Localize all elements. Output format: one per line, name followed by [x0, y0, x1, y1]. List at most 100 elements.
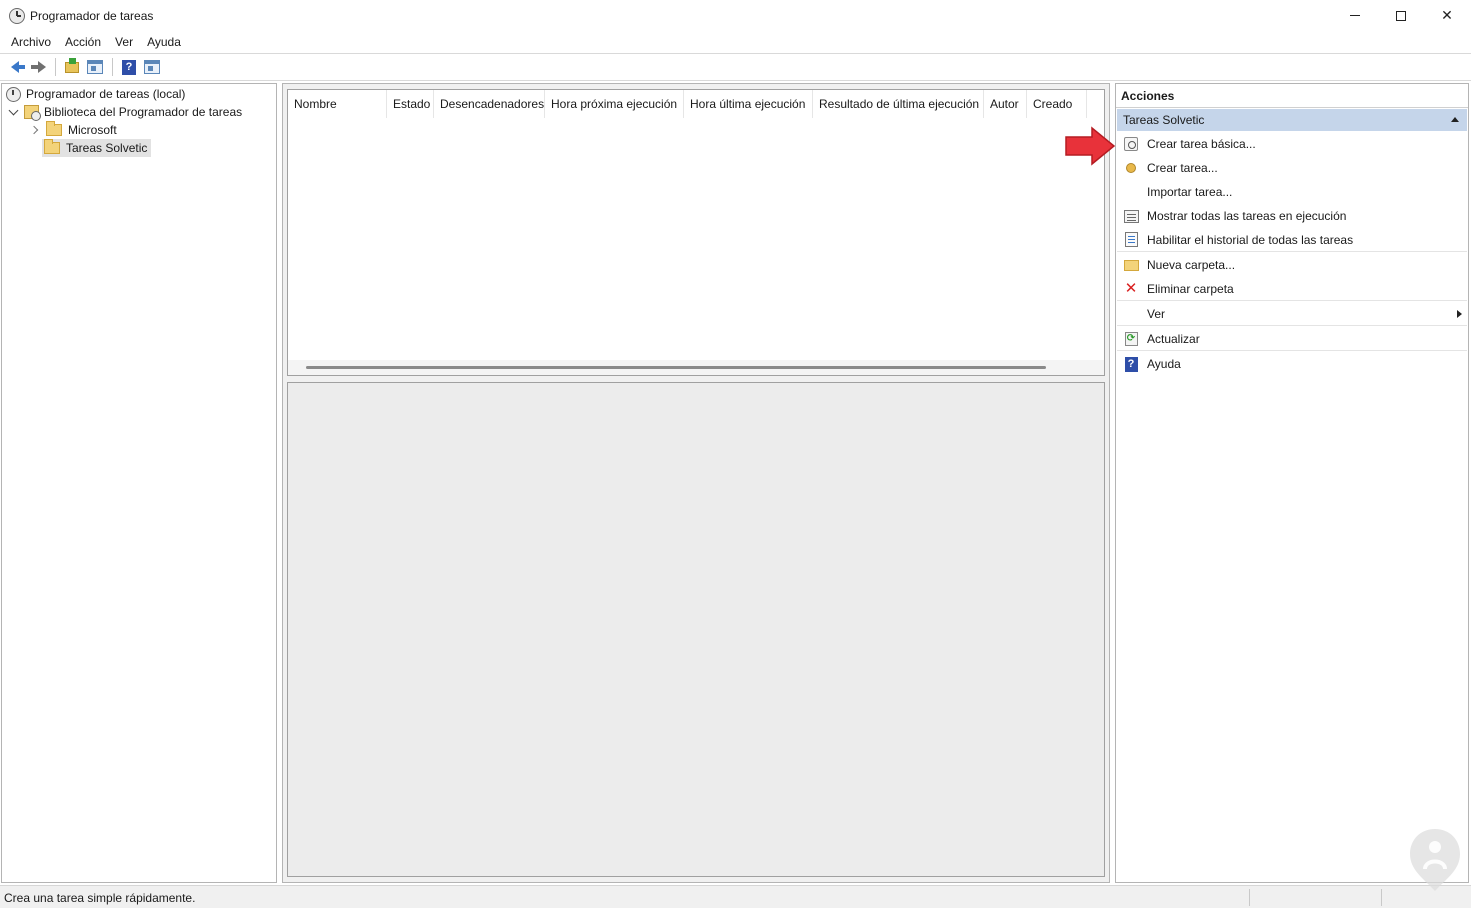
- back-button[interactable]: [4, 56, 26, 78]
- refresh-icon: ⟳: [1123, 331, 1139, 347]
- column-header-hora-ultima[interactable]: Hora última ejecución: [684, 90, 813, 118]
- action-pane-icon: [144, 60, 160, 74]
- actions-section-header[interactable]: Tareas Solvetic: [1117, 109, 1467, 131]
- horizontal-scrollbar[interactable]: [288, 360, 1104, 375]
- chevron-right-icon[interactable]: [29, 125, 39, 135]
- action-label: Nueva carpeta...: [1147, 258, 1236, 272]
- title-bar: Programador de tareas ✕: [0, 0, 1471, 31]
- delete-icon: ✕: [1123, 281, 1139, 297]
- task-scheduler-clock-icon: [9, 8, 25, 24]
- tree-item-label: Microsoft: [68, 123, 117, 137]
- show-hide-console-tree-button[interactable]: [84, 56, 106, 78]
- maximize-icon: [1396, 10, 1406, 21]
- action-label: Habilitar el historial de todas las tare…: [1147, 232, 1354, 247]
- forward-button[interactable]: [27, 56, 49, 78]
- new-folder-glyph: [1123, 259, 1139, 271]
- section-title: Tareas Solvetic: [1123, 113, 1205, 127]
- folder-icon: [46, 121, 62, 136]
- task-icon: [1123, 160, 1139, 176]
- window-title: Programador de tareas: [30, 9, 154, 23]
- column-header-autor[interactable]: Autor: [984, 90, 1027, 118]
- column-header-estado[interactable]: Estado: [387, 90, 434, 118]
- history-icon: [1123, 232, 1139, 248]
- tree-item-microsoft[interactable]: Microsoft: [28, 121, 117, 139]
- tree-item-label: Tareas Solvetic: [66, 141, 148, 155]
- status-bar: Crea una tarea simple rápidamente.: [0, 885, 1471, 908]
- chevron-down-icon[interactable]: [8, 105, 19, 116]
- action-crear-tarea-basica[interactable]: Crear tarea básica...: [1117, 132, 1467, 156]
- center-pane: Nombre Estado Desencadenadores Hora próx…: [282, 83, 1110, 883]
- menu-bar: Archivo Acción Ver Ayuda: [0, 31, 1471, 53]
- collapse-icon[interactable]: [1451, 117, 1459, 122]
- blank-icon: [1123, 306, 1139, 322]
- status-divider: [1381, 889, 1382, 906]
- close-button[interactable]: ✕: [1424, 0, 1470, 31]
- console-tree-icon: [87, 60, 103, 74]
- red-pointer-arrow-icon: [1065, 126, 1116, 166]
- scrollbar-thumb[interactable]: [306, 366, 1046, 369]
- toolbar-separator: [112, 58, 113, 76]
- action-actualizar[interactable]: ⟳ Actualizar: [1117, 327, 1467, 351]
- maximize-button[interactable]: [1378, 0, 1424, 31]
- actions-pane: Acciones Tareas Solvetic Crear tarea bás…: [1115, 83, 1469, 883]
- blank-icon: [1123, 184, 1139, 200]
- action-ver[interactable]: Ver: [1117, 302, 1467, 326]
- show-hide-action-pane-button[interactable]: [141, 56, 163, 78]
- library-folder-icon: [24, 105, 41, 121]
- help-button[interactable]: ?: [118, 56, 140, 78]
- tree-item-library[interactable]: Biblioteca del Programador de tareas: [6, 103, 242, 121]
- action-label: Crear tarea básica...: [1147, 137, 1256, 151]
- tree-item-root[interactable]: Programador de tareas (local): [6, 85, 185, 103]
- minimize-icon: [1350, 15, 1360, 16]
- menu-ver[interactable]: Ver: [108, 35, 140, 49]
- help-icon: ?: [122, 59, 136, 75]
- running-tasks-icon: [1123, 208, 1139, 224]
- action-label: Crear tarea...: [1147, 161, 1218, 175]
- task-list[interactable]: Nombre Estado Desencadenadores Hora próx…: [287, 89, 1105, 376]
- tree-item-label: Programador de tareas (local): [26, 87, 186, 101]
- actions-title: Acciones: [1116, 84, 1468, 108]
- minimize-button[interactable]: [1332, 0, 1378, 31]
- action-label: Ayuda: [1147, 357, 1181, 371]
- action-ayuda[interactable]: ? Ayuda: [1117, 352, 1467, 376]
- column-header-desencadenadores[interactable]: Desencadenadores: [434, 90, 545, 118]
- action-label: Mostrar todas las tareas en ejecución: [1147, 209, 1347, 223]
- column-header-resultado[interactable]: Resultado de última ejecución: [813, 90, 984, 118]
- action-label: Importar tarea...: [1147, 185, 1233, 199]
- clock-document-icon: [1123, 136, 1139, 152]
- menu-ayuda[interactable]: Ayuda: [140, 35, 188, 49]
- tree-item-tareas-solvetic[interactable]: Tareas Solvetic: [42, 139, 152, 157]
- column-header-hora-proxima[interactable]: Hora próxima ejecución: [545, 90, 684, 118]
- action-eliminar-carpeta[interactable]: ✕ Eliminar carpeta: [1117, 277, 1467, 301]
- folder-icon: [44, 139, 60, 154]
- action-habilitar-historial[interactable]: Habilitar el historial de todas las tare…: [1117, 228, 1467, 252]
- action-crear-tarea[interactable]: Crear tarea...: [1117, 156, 1467, 180]
- close-icon: ✕: [1441, 7, 1453, 23]
- clock-icon: [6, 86, 21, 102]
- action-mostrar-tareas[interactable]: Mostrar todas las tareas en ejecución: [1117, 204, 1467, 228]
- toolbar: ?: [0, 53, 1471, 81]
- up-folder-button[interactable]: [61, 56, 83, 78]
- toolbar-separator: [55, 58, 56, 76]
- status-divider: [1249, 889, 1250, 906]
- back-arrow-icon: [11, 61, 25, 73]
- console-tree: Programador de tareas (local) Biblioteca…: [1, 83, 277, 883]
- column-header-nombre[interactable]: Nombre: [288, 90, 387, 118]
- refresh-glyph: ⟳: [1124, 331, 1138, 346]
- action-label: Actualizar: [1147, 331, 1200, 346]
- help-icon: ?: [1123, 356, 1139, 372]
- new-folder-icon: [1123, 257, 1139, 273]
- menu-archivo[interactable]: Archivo: [4, 35, 58, 49]
- column-header-creado[interactable]: Creado: [1027, 90, 1087, 118]
- task-glyph: [1126, 163, 1136, 173]
- running-tasks-glyph: [1123, 209, 1139, 223]
- clock-document-glyph: [1124, 137, 1138, 151]
- delete-glyph: ✕: [1124, 280, 1138, 297]
- menu-accion[interactable]: Acción: [58, 35, 108, 49]
- action-nueva-carpeta[interactable]: Nueva carpeta...: [1117, 253, 1467, 277]
- tree-item-label: Biblioteca del Programador de tareas: [44, 105, 243, 119]
- forward-arrow-icon: [31, 61, 46, 73]
- action-importar-tarea[interactable]: Importar tarea...: [1117, 180, 1467, 204]
- help-glyph: ?: [1124, 356, 1138, 372]
- action-label: Ver: [1147, 306, 1166, 321]
